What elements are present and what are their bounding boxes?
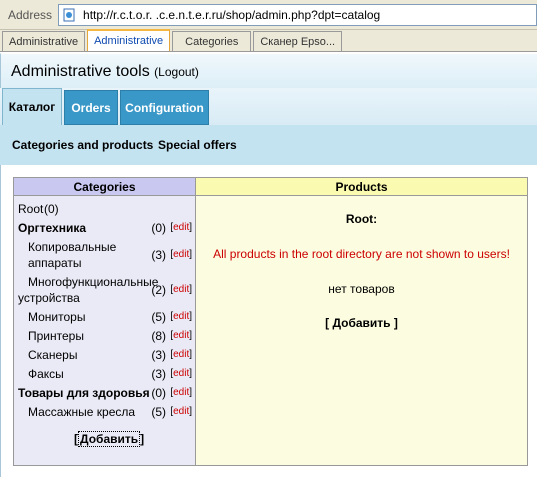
add-product-label[interactable]: Добавить — [332, 316, 390, 330]
category-name[interactable]: Многофункциональные устройства — [18, 274, 158, 306]
edit-link[interactable]: [edit] — [170, 310, 192, 324]
catalog-panel: Categories Root (0) Оргтехника (0) [edit… — [13, 177, 528, 466]
browser-tab[interactable]: Administrative — [2, 31, 86, 51]
category-row[interactable]: Сканеры (3) [edit] — [18, 347, 192, 363]
category-count: (8) — [151, 329, 166, 343]
category-row[interactable]: Мониторы (5) [edit] — [18, 309, 192, 325]
add-category-button[interactable]: [Добавить] — [74, 431, 144, 447]
category-count: (3) — [151, 248, 166, 262]
categories-column: Categories Root (0) Оргтехника (0) [edit… — [14, 178, 196, 465]
subnav-categories-and-products[interactable]: Categories and products — [12, 138, 153, 152]
category-row[interactable]: Массажные кресла (5) [edit] — [18, 404, 192, 420]
category-row[interactable]: Товары для здоровья (0) [edit] — [18, 385, 192, 401]
subnav-special-offers[interactable]: Special offers — [158, 138, 237, 152]
tab-orders[interactable]: Orders — [64, 90, 118, 125]
section-tabs: Каталог Orders Configuration — [0, 88, 537, 125]
categories-heading: Categories — [14, 178, 195, 196]
page-icon — [61, 7, 77, 23]
edit-link[interactable]: [edit] — [170, 386, 192, 400]
edit-link[interactable]: [edit] — [170, 283, 192, 297]
address-label: Address — [8, 7, 53, 22]
address-field[interactable]: http://r.c.t.o.r. .c.e.n.t.e.r.ru/shop/a… — [58, 3, 537, 26]
browser-tab[interactable]: Сканер Epso... — [253, 31, 343, 51]
edit-link[interactable]: [edit] — [170, 221, 192, 235]
category-count: (0) — [44, 202, 59, 216]
address-url[interactable]: http://r.c.t.o.r. .c.e.n.t.e.r.ru/shop/a… — [83, 8, 380, 22]
category-name[interactable]: Факсы — [18, 366, 64, 382]
category-name[interactable]: Товары для здоровья — [18, 385, 150, 401]
edit-link[interactable]: [edit] — [170, 367, 192, 381]
page-title: Administrative tools (Logout) — [11, 63, 199, 81]
tab-catalog[interactable]: Каталог — [2, 88, 62, 125]
browser-tab-strip: Administrative Administrative Categories… — [0, 29, 537, 52]
category-name[interactable]: Оргтехника — [18, 220, 86, 236]
category-count: (5) — [151, 310, 166, 324]
browser-tab-active[interactable]: Administrative — [87, 29, 171, 51]
category-row[interactable]: Принтеры (8) [edit] — [18, 328, 192, 344]
products-root-label: Root: — [345, 212, 378, 226]
products-heading: Products — [196, 178, 527, 196]
category-name[interactable]: Принтеры — [18, 328, 84, 344]
products-column: Products Root: All products in the root … — [196, 178, 527, 465]
add-category-label[interactable]: Добавить — [78, 431, 141, 447]
page-title-text: Administrative tools — [11, 63, 150, 80]
logout-link[interactable]: (Logout) — [154, 65, 199, 79]
category-name[interactable]: Массажные кресла — [18, 404, 135, 420]
browser-tab[interactable]: Categories — [172, 31, 252, 51]
category-row[interactable]: Root (0) — [18, 201, 192, 217]
category-count: (3) — [151, 348, 166, 362]
category-count: (5) — [151, 405, 166, 419]
category-name[interactable]: Мониторы — [18, 309, 85, 325]
products-warning: All products in the root directory are n… — [213, 247, 510, 261]
category-row[interactable]: Многофункциональные устройства (2) [edit… — [18, 274, 192, 306]
edit-link[interactable]: [edit] — [170, 248, 192, 262]
sub-navigation: Categories and products Special offers — [0, 125, 537, 165]
category-row[interactable]: Копировальные аппараты (3) [edit] — [18, 239, 192, 271]
add-product-button[interactable]: [ Добавить ] — [196, 316, 527, 330]
category-name[interactable]: Копировальные аппараты — [18, 239, 138, 271]
category-name[interactable]: Сканеры — [18, 347, 77, 363]
content-area: Categories Root (0) Оргтехника (0) [edit… — [0, 165, 537, 477]
edit-link[interactable]: [edit] — [170, 405, 192, 419]
tab-configuration[interactable]: Configuration — [120, 90, 209, 125]
category-row[interactable]: Факсы (3) [edit] — [18, 366, 192, 382]
edit-link[interactable]: [edit] — [170, 329, 192, 343]
edit-link[interactable]: [edit] — [170, 348, 192, 362]
address-bar: Address http://r.c.t.o.r. .c.e.n.t.e.r.r… — [0, 0, 537, 30]
category-count: (3) — [151, 367, 166, 381]
category-count: (0) — [151, 386, 166, 400]
products-empty-message: нет товаров — [328, 282, 395, 296]
category-count: (2) — [151, 283, 166, 297]
admin-header: Administrative tools (Logout) — [0, 53, 537, 90]
category-count: (0) — [151, 221, 166, 235]
category-row[interactable]: Оргтехника (0) [edit] — [18, 220, 192, 236]
category-name[interactable]: Root — [18, 201, 43, 217]
